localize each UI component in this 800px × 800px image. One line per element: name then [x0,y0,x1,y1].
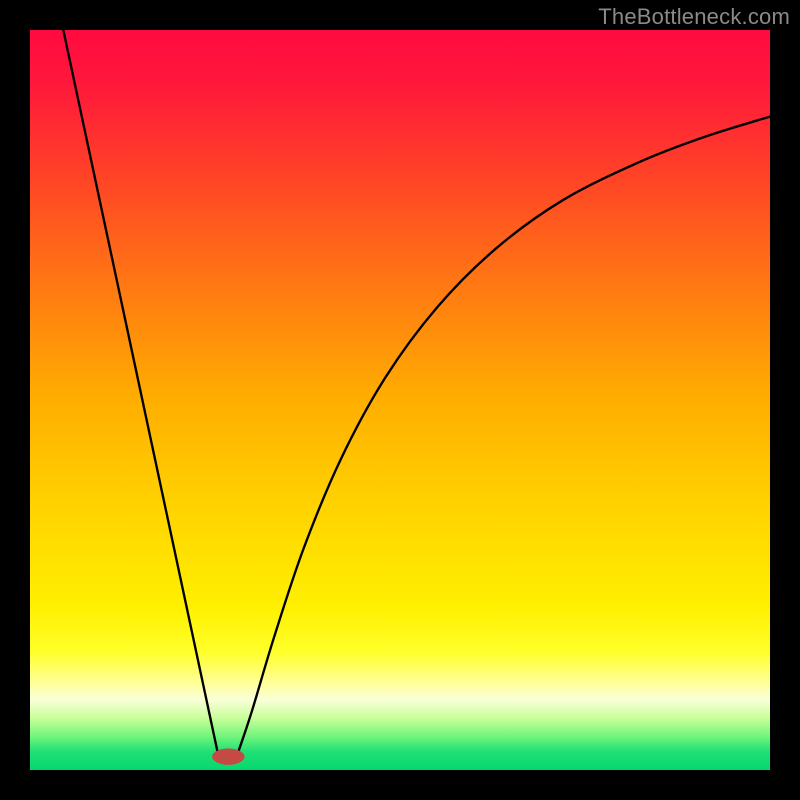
bottleneck-marker [212,749,245,765]
chart-frame [30,30,770,770]
chart-background [30,30,770,770]
watermark-text: TheBottleneck.com [598,4,790,30]
chart-plot [30,30,770,770]
